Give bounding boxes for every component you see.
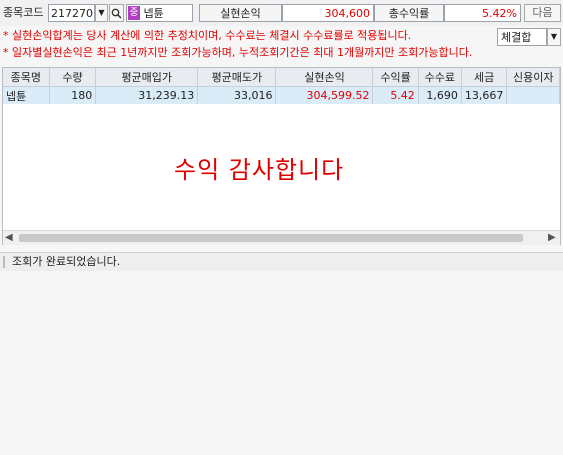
stock-name-field: 중 넵튠 bbox=[126, 4, 193, 22]
cell-avg-sell-price: 33,016 bbox=[197, 86, 277, 104]
header-return-rate[interactable]: 수익률 bbox=[372, 68, 419, 87]
scrollbar-thumb[interactable] bbox=[19, 234, 523, 242]
stock-badge: 중 bbox=[128, 6, 140, 20]
cell-quantity: 180 bbox=[49, 86, 97, 104]
header-credit-interest[interactable]: 신용이자 bbox=[506, 68, 560, 87]
header-avg-sell-price[interactable]: 평균매도가 bbox=[197, 68, 277, 87]
note-line-2: * 일자별실현손익은 최근 1년까지만 조회가능하며, 누적조회기간은 최대 1… bbox=[3, 46, 473, 59]
search-icon bbox=[111, 8, 122, 19]
chevron-down-icon: ▼ bbox=[98, 8, 105, 17]
total-return-label: 총수익률 bbox=[374, 4, 444, 22]
search-button[interactable] bbox=[109, 4, 124, 22]
cell-credit-interest bbox=[506, 86, 560, 104]
filter-dropdown-button[interactable]: ▼ bbox=[547, 28, 561, 46]
table-header-row: 종목명 수량 평균매입가 평균매도가 실현손익 수익률 수수료 세금 신용이자 bbox=[3, 68, 560, 87]
horizontal-scrollbar[interactable]: ◀ ▶ bbox=[3, 230, 560, 245]
note-line-1: * 실현손익합계는 당사 계산에 의한 추정치이며, 수수료는 체결시 수수료률… bbox=[3, 29, 412, 42]
chevron-down-icon: ▼ bbox=[550, 32, 558, 41]
cell-stock-name: 넵튠 bbox=[3, 86, 50, 104]
overlay-thanks-text: 수익 감사합니다 bbox=[174, 156, 345, 184]
cell-commission: 1,690 bbox=[418, 86, 462, 104]
status-message: 조회가 완료되었습니다. bbox=[12, 255, 121, 268]
stock-name: 넵튠 bbox=[143, 7, 164, 20]
header-quantity[interactable]: 수량 bbox=[49, 68, 97, 87]
stock-code-input[interactable]: 217270 bbox=[48, 4, 95, 22]
status-grip-icon bbox=[3, 256, 5, 268]
realized-pnl-label: 실현손익 bbox=[199, 4, 282, 22]
cell-avg-buy-price: 31,239.13 bbox=[95, 86, 199, 104]
status-bar: 조회가 완료되었습니다. bbox=[0, 252, 563, 271]
stock-code-label: 종목코드 bbox=[3, 6, 44, 19]
header-stock-name[interactable]: 종목명 bbox=[3, 68, 50, 87]
cell-realized-pnl: 304,599.52 bbox=[275, 86, 374, 104]
total-return-value: 5.42% bbox=[444, 4, 521, 22]
next-button[interactable]: 다음 bbox=[524, 4, 561, 22]
scroll-left-icon[interactable]: ◀ bbox=[5, 231, 13, 245]
header-tax[interactable]: 세금 bbox=[461, 68, 508, 87]
toolbar: 종목코드 217270 ▼ 중 넵튠 실현손익 304,600 총수익률 5.4… bbox=[0, 0, 563, 26]
header-realized-pnl[interactable]: 실현손익 bbox=[275, 68, 374, 87]
table-row[interactable]: 넵튠 180 31,239.13 33,016 304,599.52 5.42 … bbox=[3, 86, 560, 104]
scroll-right-icon[interactable]: ▶ bbox=[548, 231, 556, 245]
code-dropdown-button[interactable]: ▼ bbox=[95, 4, 108, 22]
realized-pnl-value: 304,600 bbox=[282, 4, 374, 22]
header-commission[interactable]: 수수료 bbox=[418, 68, 462, 87]
cell-return-rate: 5.42 bbox=[372, 86, 419, 104]
header-avg-buy-price[interactable]: 평균매입가 bbox=[95, 68, 199, 87]
cell-tax: 13,667 bbox=[461, 86, 508, 104]
filter-select[interactable]: 체결합 bbox=[497, 28, 547, 46]
